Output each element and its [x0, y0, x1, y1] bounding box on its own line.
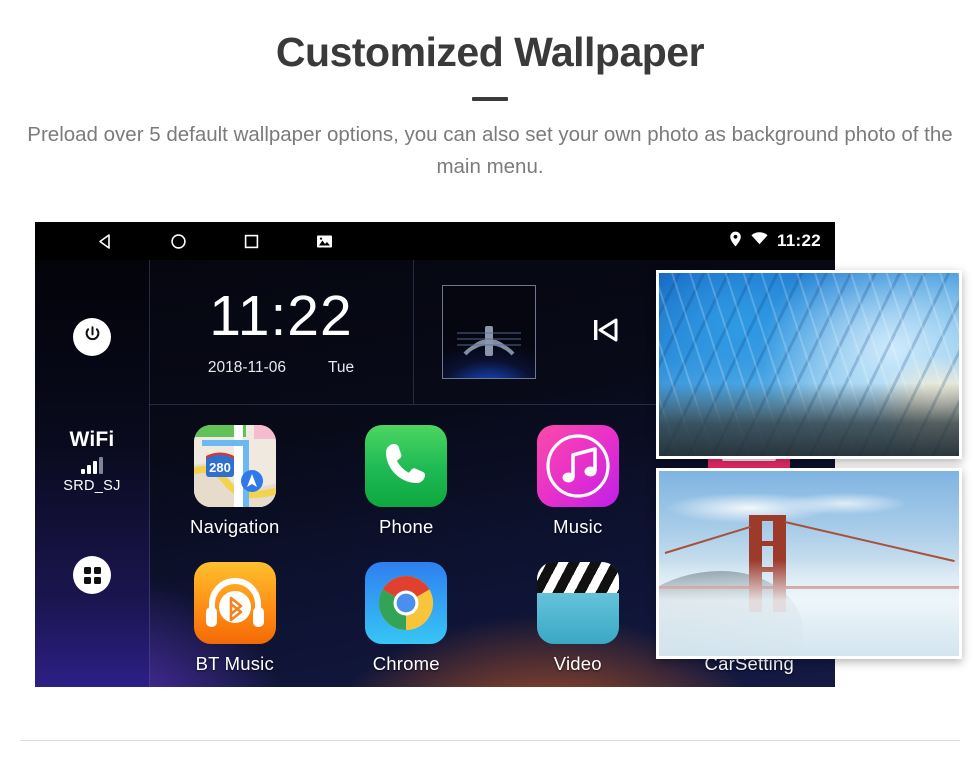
app-label: Phone [379, 516, 434, 537]
home-icon[interactable] [168, 231, 188, 251]
page-subtitle: Preload over 5 default wallpaper options… [27, 123, 953, 178]
clock-time: 11:22 [209, 283, 353, 348]
clock-date: 2018-11-06 [207, 358, 286, 376]
bottom-divider [20, 740, 960, 741]
power-button[interactable] [73, 318, 111, 356]
golden-gate-bridge-image [659, 471, 959, 656]
phone-icon [365, 425, 448, 507]
app-drawer-button[interactable] [73, 556, 111, 594]
svg-text:280: 280 [209, 460, 231, 475]
app-label: Navigation [190, 516, 280, 537]
android-status-bar: 11:22 [35, 222, 835, 260]
previous-track-icon[interactable] [588, 313, 622, 352]
wifi-icon [751, 232, 768, 250]
promo-header: Customized Wallpaper Preload over 5 defa… [0, 0, 980, 183]
music-note-icon [536, 425, 619, 507]
wifi-ssid: SRD_SJ [63, 478, 121, 494]
location-pin-icon [729, 231, 742, 252]
clock-weekday: Tue [328, 358, 355, 376]
wifi-status[interactable]: WiFi SRD_SJ [63, 428, 120, 494]
wifi-label: WiFi [69, 428, 115, 451]
app-phone[interactable]: Phone [321, 425, 493, 538]
app-label: Music [553, 516, 603, 537]
left-dock: WiFi SRD_SJ [35, 260, 150, 687]
app-navigation[interactable]: 280 Navigation [149, 425, 321, 538]
ice-cave-wallpaper[interactable] [656, 270, 962, 459]
radio-antenna-icon [442, 285, 536, 379]
app-grid-icon [83, 566, 101, 584]
status-bar-time: 11:22 [776, 231, 821, 250]
ice-cave-image [659, 273, 959, 456]
app-chrome[interactable]: Chrome [321, 562, 493, 675]
recents-icon[interactable] [241, 231, 261, 251]
app-video[interactable]: Video [492, 562, 664, 675]
back-icon[interactable] [95, 231, 115, 251]
clock-widget[interactable]: 11:22 2018-11-06 Tue [149, 260, 414, 404]
navigation-buttons [95, 231, 334, 251]
power-icon [83, 325, 102, 349]
app-label: BT Music [195, 653, 274, 674]
page-title: Customized Wallpaper [275, 29, 705, 75]
clapperboard-icon [536, 562, 619, 644]
maps-icon: 280 [193, 425, 276, 507]
signal-strength-icon [63, 457, 120, 474]
screenshot-icon[interactable] [314, 231, 334, 251]
golden-gate-bridge-wallpaper[interactable] [656, 468, 962, 659]
app-label: Chrome [372, 653, 440, 674]
app-music[interactable]: Music [492, 425, 664, 538]
chrome-icon [365, 562, 448, 644]
title-divider [472, 97, 508, 102]
app-label: Video [553, 653, 602, 674]
app-bt-music[interactable]: BT Music [149, 562, 321, 675]
bluetooth-headphones-icon [193, 562, 276, 644]
status-indicators: 11:22 [729, 231, 821, 252]
